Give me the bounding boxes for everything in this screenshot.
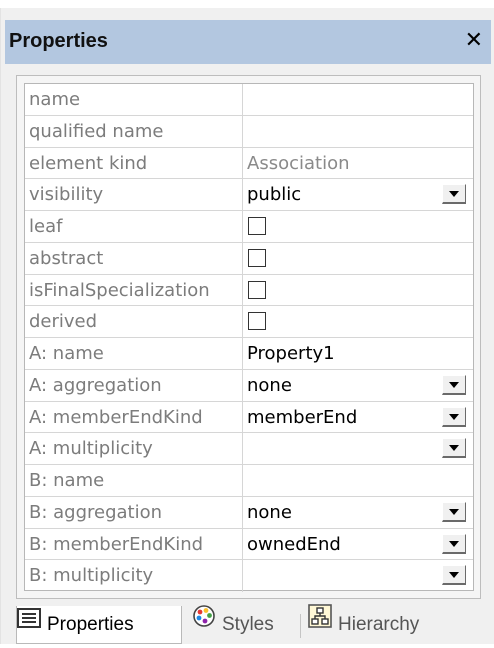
panel-title-bar: Properties ✕ [5,20,491,64]
property-value-leaf[interactable] [243,211,473,242]
property-row-a-memberendkind: A: memberEndKind memberEnd [25,401,473,434]
close-icon[interactable]: ✕ [465,26,483,56]
property-key-a-name: A: name [25,338,243,369]
tab-styles[interactable]: Styles [192,604,274,644]
property-value-qualified-name[interactable] [243,116,473,147]
property-row-a-aggregation: A: aggregation none [25,369,473,402]
property-row-leaf: leaf [25,211,473,243]
dropdown-arrow-icon[interactable] [442,501,466,522]
property-value-text-a-aggregation: none [247,374,292,396]
palette-icon [192,604,216,642]
derived-checkbox[interactable] [248,312,266,331]
property-row-name: name [25,84,473,116]
property-key-abstract: abstract [25,242,243,274]
property-value-text-visibility: public [247,184,302,206]
dropdown-arrow-icon[interactable] [442,438,466,459]
property-row-b-memberendkind: B: memberEndKind ownedEnd [25,528,473,561]
property-row-visibility: visibility public [25,179,473,211]
property-key-a-aggregation: A: aggregation [25,369,243,401]
leaf-checkbox[interactable] [248,217,266,235]
property-row-isfinalspecialization: isFinalSpecialization [25,274,473,307]
tab-styles-label: Styles [222,614,274,635]
tab-properties-label: Properties [47,614,134,635]
properties-list-icon [17,604,41,642]
property-grid-frame: name qualified name element kind Associatio… [16,75,481,599]
tab-hierarchy-label: Hierarchy [338,614,420,635]
hierarchy-icon [308,604,332,642]
property-value-text-a-name: Property1 [247,343,335,364]
dropdown-arrow-icon[interactable] [442,184,466,205]
property-value-derived[interactable] [243,306,473,337]
dropdown-arrow-icon[interactable] [442,565,466,586]
property-key-isfinalspecialization: isFinalSpecialization [25,274,243,306]
property-value-text-b-aggregation: none [247,501,292,523]
property-key-element-kind: element kind [25,147,243,179]
property-value-a-memberendkind[interactable]: memberEnd [243,402,473,433]
property-value-name[interactable] [243,84,473,115]
property-value-b-memberendkind[interactable]: ownedEnd [243,529,473,560]
property-key-a-memberendkind: A: memberEndKind [25,401,243,433]
property-key-name: name [25,84,243,115]
dropdown-arrow-icon[interactable] [442,406,466,427]
property-key-b-multiplicity: B: multiplicity [25,560,243,592]
property-value-text-b-memberendkind: ownedEnd [247,533,341,555]
dropdown-arrow-icon[interactable] [442,374,466,395]
tab-separator [300,614,301,638]
property-value-a-aggregation[interactable]: none [243,370,473,401]
property-value-b-aggregation[interactable]: none [243,497,473,528]
property-row-a-multiplicity: A: multiplicity [25,433,473,465]
property-value-b-multiplicity[interactable] [243,560,473,592]
property-value-visibility[interactable]: public [243,179,473,210]
property-value-text-element-kind: Association [247,152,350,174]
panel-title: Properties [9,30,108,52]
property-row-abstract: abstract [25,242,473,275]
property-value-a-name[interactable]: Property1 [243,338,473,369]
tab-hierarchy[interactable]: Hierarchy [308,604,420,644]
property-value-a-multiplicity[interactable] [243,433,473,464]
property-key-a-multiplicity: A: multiplicity [25,433,243,464]
property-row-element-kind: element kind Association [25,147,473,180]
property-key-b-aggregation: B: aggregation [25,496,243,528]
property-value-text-a-memberendkind: memberEnd [247,406,358,428]
property-key-derived: derived [25,306,243,337]
properties-panel: Properties ✕ name qualified name element k… [0,8,494,644]
property-grid: name qualified name element kind Associatio… [24,83,474,592]
property-key-visibility: visibility [25,179,243,210]
panel-tabs: Properties Styles Hierarchy [16,604,486,648]
property-key-qualified-name: qualified name [25,115,243,147]
property-key-b-memberendkind: B: memberEndKind [25,528,243,560]
abstract-checkbox[interactable] [248,248,266,267]
property-value-isfinalspecialization[interactable] [243,275,473,306]
property-row-derived: derived [25,306,473,338]
property-row-a-name: A: name Property1 [25,338,473,370]
dropdown-arrow-icon[interactable] [442,533,466,554]
property-value-abstract[interactable] [243,243,473,274]
property-row-b-name: B: name [25,465,473,497]
property-key-leaf: leaf [25,211,243,242]
property-row-qualified-name: qualified name [25,115,473,148]
isfinalspecialization-checkbox[interactable] [248,280,266,299]
tab-properties[interactable]: Properties [16,606,182,644]
property-value-element-kind: Association [243,148,473,179]
property-value-b-name[interactable] [243,465,473,496]
property-key-b-name: B: name [25,465,243,496]
property-row-b-aggregation: B: aggregation none [25,496,473,529]
property-row-b-multiplicity: B: multiplicity [25,560,473,592]
